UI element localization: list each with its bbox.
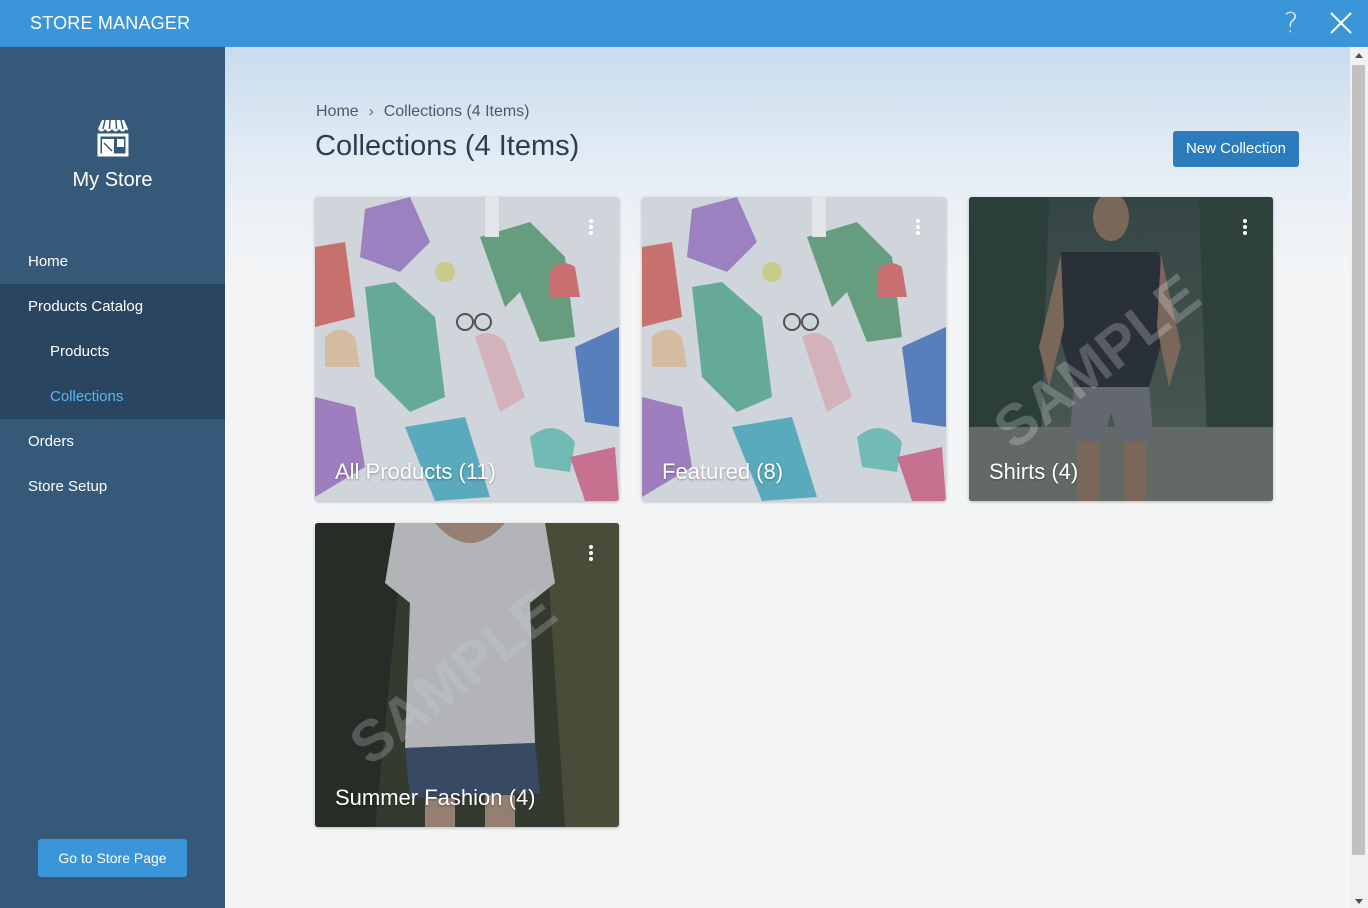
collection-thumbnail: SAMPLE	[969, 197, 1273, 501]
collection-label: All Products (11)	[335, 459, 496, 484]
sidebar-nav: Home Products Catalog Products Collectio…	[0, 239, 225, 509]
breadcrumb-home[interactable]: Home	[316, 103, 359, 120]
collection-thumbnail	[315, 197, 619, 501]
collection-thumbnail: SAMPLE	[315, 523, 619, 827]
scroll-up-arrow-icon[interactable]	[1355, 53, 1363, 58]
sidebar-item-products-catalog[interactable]: Products Catalog	[0, 284, 225, 329]
storefront-icon	[97, 119, 128, 157]
more-options-icon[interactable]	[589, 545, 593, 561]
main-content: Home › Collections (4 Items) Collections (…	[225, 47, 1350, 908]
new-collection-button[interactable]: New Collection	[1173, 131, 1299, 167]
breadcrumb: Home › Collections (4 Items)	[316, 103, 530, 121]
more-options-icon[interactable]	[589, 219, 593, 235]
collection-label: Summer Fashion (4)	[335, 785, 536, 810]
more-options-icon[interactable]	[1243, 219, 1247, 235]
more-options-icon[interactable]	[916, 219, 920, 235]
store-name: My Store	[72, 169, 153, 191]
sidebar-item-home[interactable]: Home	[0, 239, 225, 284]
sidebar-item-orders[interactable]: Orders	[0, 419, 225, 464]
breadcrumb-current: Collections (4 Items)	[383, 103, 530, 120]
vertical-scrollbar[interactable]	[1350, 47, 1368, 908]
sidebar-item-collections[interactable]: Collections	[0, 374, 225, 419]
collection-thumbnail	[642, 197, 946, 501]
close-icon[interactable]	[1328, 10, 1354, 36]
go-to-store-page-button[interactable]: Go to Store Page	[38, 839, 187, 877]
collection-card[interactable]: Featured (8)	[642, 197, 946, 501]
collection-label: Featured (8)	[662, 459, 784, 484]
sidebar-group-products-catalog: Products Catalog Products Collections	[0, 284, 225, 419]
sidebar: My Store Home Products Catalog Products …	[0, 47, 225, 908]
scroll-down-arrow-icon[interactable]	[1355, 899, 1363, 904]
collection-card[interactable]: SAMPLE Summer Fashion (4)	[315, 523, 619, 827]
store-header: My Store	[0, 117, 225, 192]
scrollbar-thumb[interactable]	[1352, 65, 1365, 855]
page-title: Collections (4 Items)	[315, 130, 580, 162]
title-bar: STORE MANAGER ?	[0, 0, 1368, 47]
collection-card[interactable]: All Products (11)	[315, 197, 619, 501]
help-icon[interactable]: ?	[1276, 8, 1306, 38]
collection-label: Shirts (4)	[989, 459, 1079, 484]
sidebar-item-products[interactable]: Products	[0, 329, 225, 374]
breadcrumb-separator-icon: ›	[368, 103, 374, 120]
sidebar-item-store-setup[interactable]: Store Setup	[0, 464, 225, 509]
app-title: STORE MANAGER	[30, 13, 191, 33]
collection-card[interactable]: SAMPLE Shirts (4)	[969, 197, 1273, 501]
